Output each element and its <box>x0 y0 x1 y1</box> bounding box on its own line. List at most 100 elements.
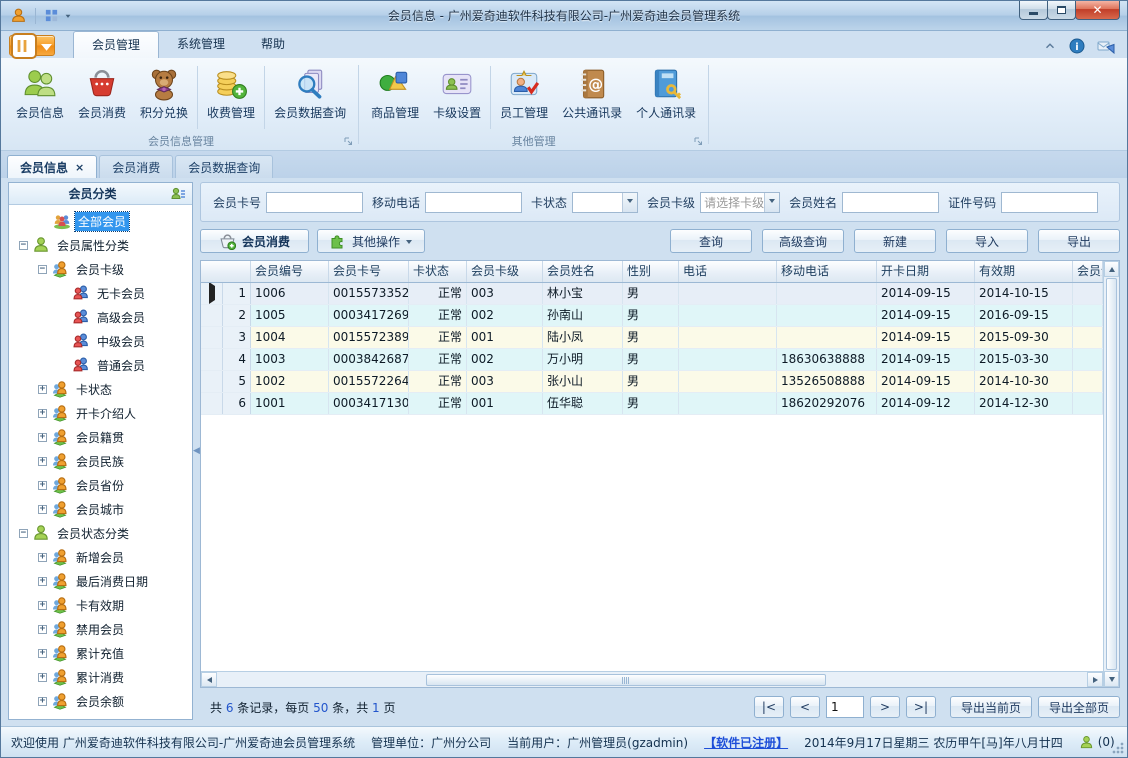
filter-input[interactable] <box>425 191 523 213</box>
tree-item[interactable]: + 新增会员 <box>9 545 192 569</box>
tree-item[interactable]: + 累计消费 <box>9 665 192 689</box>
tree-expander-icon[interactable]: + <box>38 600 47 610</box>
ribbon-tab[interactable]: 会员管理 <box>73 31 160 58</box>
table-row[interactable]: 6 1001 0003417130 正常 001 伍华聪男 18620292076 2014-… <box>201 393 1103 415</box>
first-page-button[interactable]: |< <box>753 696 784 718</box>
tree-item[interactable]: + 禁用会员 <box>9 617 192 641</box>
ribbon-tab[interactable]: 帮助 <box>243 31 303 58</box>
export-button[interactable]: 导出 <box>1038 229 1120 253</box>
tree-item[interactable]: + 最后消费日期 <box>9 569 192 593</box>
vertical-scrollbar[interactable] <box>1103 261 1119 687</box>
ribbon-button[interactable]: 会员消费 <box>71 63 133 132</box>
table-row[interactable]: 1 1006 0015573352 正常 003 林小宝男 2014-09-15 2014-1… <box>201 283 1103 305</box>
tree-item[interactable]: 无卡会员 <box>9 281 192 305</box>
tree-item[interactable]: − 会员属性分类 <box>9 233 192 257</box>
new-button[interactable]: 新建 <box>854 229 936 253</box>
filter-input[interactable] <box>1001 191 1099 213</box>
table-row[interactable]: 5 1002 0015572264 正常 003 张小山男 13526508888 2014-… <box>201 371 1103 393</box>
tab-close-icon[interactable]: × <box>75 162 84 173</box>
tree-item[interactable]: + 会员民族 <box>9 449 192 473</box>
tree-item[interactable]: − 会员状态分类 <box>9 521 192 545</box>
maximize-button[interactable] <box>1047 1 1076 20</box>
export-current-page-button[interactable]: 导出当前页 <box>949 696 1032 718</box>
tree-expander-icon[interactable]: + <box>38 480 47 490</box>
filter-input[interactable] <box>266 191 364 213</box>
ribbon-button[interactable]: 个人通讯录 <box>629 63 703 132</box>
tree-item[interactable]: 中级会员 <box>9 329 192 353</box>
import-button[interactable]: 导入 <box>946 229 1028 253</box>
tree-item[interactable]: + 开卡介绍人 <box>9 401 192 425</box>
tree-item[interactable]: + 会员籍贯 <box>9 425 192 449</box>
tree-expander-icon[interactable]: − <box>19 528 28 538</box>
tree-expander-icon[interactable]: + <box>38 408 47 418</box>
member-category-settings-icon[interactable] <box>170 186 186 202</box>
tree-expander-icon[interactable]: + <box>38 432 47 442</box>
tree-item[interactable]: + 会员余额 <box>9 689 192 713</box>
feedback-mail-icon[interactable] <box>1097 38 1115 54</box>
grid-column-header[interactable]: 会员编号 <box>251 261 329 282</box>
tree-item[interactable]: + 卡有效期 <box>9 593 192 617</box>
tree-expander-icon[interactable]: + <box>38 456 47 466</box>
prev-page-button[interactable]: < <box>789 696 820 718</box>
filter-input[interactable] <box>842 191 940 213</box>
dialog-launcher-icon[interactable] <box>693 136 704 147</box>
tree-expander-icon[interactable]: + <box>38 648 47 658</box>
advanced-query-button[interactable]: 高级查询 <box>762 229 844 253</box>
grid-column-header[interactable]: 卡状态 <box>409 261 467 282</box>
ribbon-tab[interactable]: 系统管理 <box>159 31 243 58</box>
horizontal-scroll-thumb[interactable] <box>425 674 826 686</box>
document-tab[interactable]: 会员数据查询 <box>175 155 274 178</box>
other-operations-button[interactable]: 其他操作 <box>317 229 426 253</box>
collapse-ribbon-icon[interactable] <box>1043 39 1057 53</box>
document-tab[interactable]: 会员消费 <box>99 155 174 178</box>
scroll-up-arrow[interactable] <box>1104 261 1119 277</box>
tree-expander-icon[interactable]: + <box>38 504 47 514</box>
minimize-button[interactable] <box>1019 1 1048 20</box>
table-row[interactable]: 4 1003 0003842687 正常 002 万小明男 18630638888 2014-… <box>201 349 1103 371</box>
dialog-launcher-icon[interactable] <box>343 136 354 147</box>
grid-column-header[interactable]: 移动电话 <box>777 261 877 282</box>
combo-arrow-button[interactable] <box>622 192 638 212</box>
filter-combo[interactable]: 请选择卡级 <box>700 191 781 213</box>
tree-expander-icon[interactable]: + <box>38 696 47 706</box>
grid-column-header[interactable]: 性别 <box>623 261 679 282</box>
tree-expander-icon[interactable]: − <box>19 240 28 250</box>
ribbon-button[interactable]: 会员信息 <box>9 63 71 132</box>
tree-item[interactable]: 高级会员 <box>9 305 192 329</box>
grid-column-header[interactable]: 会员卡号 <box>329 261 409 282</box>
ribbon-button[interactable]: 员工管理 <box>493 63 555 132</box>
document-tab[interactable]: 会员信息 × <box>7 155 98 178</box>
tree-item[interactable]: 普通会员 <box>9 353 192 377</box>
filter-combo[interactable] <box>572 191 639 213</box>
export-all-pages-button[interactable]: 导出全部页 <box>1037 696 1120 718</box>
close-button[interactable]: ✕ <box>1075 1 1120 20</box>
grid-column-header[interactable]: 电话 <box>679 261 777 282</box>
application-menu-button[interactable] <box>9 32 55 59</box>
ribbon-button[interactable]: 收费管理 <box>200 63 262 132</box>
tree-expander-icon[interactable]: − <box>38 264 47 274</box>
member-consume-button[interactable]: 会员消费 <box>200 229 310 253</box>
grid-column-header[interactable]: 会员余额 <box>1073 261 1103 282</box>
tree-expander-icon[interactable]: + <box>38 624 47 634</box>
software-registered-link[interactable]: 【软件已注册】 <box>704 734 788 751</box>
page-number-input[interactable] <box>825 696 864 718</box>
quick-access-dropdown-icon[interactable] <box>65 14 71 21</box>
tree-item[interactable]: + 累计充值 <box>9 641 192 665</box>
ribbon-button[interactable]: 会员数据查询 <box>267 63 353 132</box>
splitter-collapse-icon[interactable]: ◀ <box>193 446 200 456</box>
combo-arrow-button[interactable] <box>764 192 780 212</box>
tree-item[interactable]: 全部会员 <box>9 209 192 233</box>
grid-column-header[interactable]: 开卡日期 <box>877 261 975 282</box>
grid-column-header[interactable]: 会员姓名 <box>543 261 623 282</box>
tree-expander-icon[interactable]: + <box>38 552 47 562</box>
tree-expander-icon[interactable]: + <box>38 384 47 394</box>
tree-item[interactable]: + 会员城市 <box>9 497 192 521</box>
horizontal-scrollbar[interactable] <box>201 671 1103 687</box>
grid-column-header[interactable]: 有效期 <box>975 261 1073 282</box>
vertical-scroll-thumb[interactable] <box>1106 278 1117 670</box>
last-page-button[interactable]: >| <box>905 696 936 718</box>
layout-grid-icon[interactable] <box>44 8 59 23</box>
ribbon-button[interactable]: 卡级设置 <box>426 63 488 132</box>
ribbon-button[interactable]: @ 公共通讯录 <box>555 63 629 132</box>
tree-item[interactable]: + 会员省份 <box>9 473 192 497</box>
